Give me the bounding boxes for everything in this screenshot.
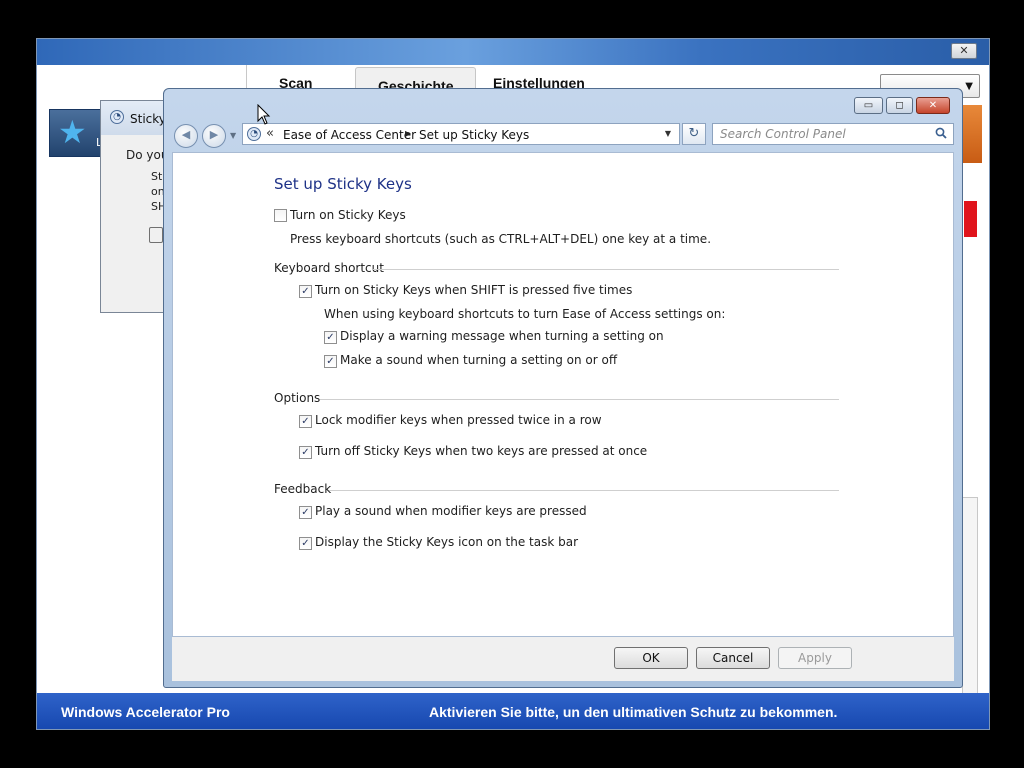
make-sound-label[interactable]: Make a sound when turning a setting on o…: [340, 353, 617, 367]
control-panel-icon: ◔: [247, 127, 261, 141]
close-button[interactable]: ✕: [916, 97, 950, 114]
background-scrollbar[interactable]: [962, 497, 978, 697]
options-heading: Options: [274, 391, 321, 405]
sticky-prompt-title: Sticky: [130, 112, 166, 126]
recent-pages-dropdown-icon[interactable]: ▼: [230, 131, 236, 140]
taskbar-icon-label[interactable]: Display the Sticky Keys icon on the task…: [315, 535, 578, 549]
orange-banner: [962, 105, 982, 163]
address-dropdown-icon[interactable]: ▼: [665, 129, 671, 138]
play-sound-checkbox[interactable]: ✓: [299, 506, 312, 519]
mouse-cursor-icon: [257, 104, 271, 125]
search-input[interactable]: [713, 124, 928, 144]
lock-modifier-keys-checkbox[interactable]: ✓: [299, 415, 312, 428]
maximize-button[interactable]: ◻: [886, 97, 913, 114]
status-product-name: Windows Accelerator Pro: [61, 704, 230, 720]
search-icon[interactable]: [935, 127, 947, 139]
warning-message-checkbox[interactable]: ✓: [324, 331, 337, 344]
section-divider: [320, 399, 839, 400]
make-sound-checkbox[interactable]: ✓: [324, 355, 337, 368]
taskbar-icon-checkbox[interactable]: ✓: [299, 537, 312, 550]
play-sound-label[interactable]: Play a sound when modifier keys are pres…: [315, 504, 587, 518]
settings-content-area: Set up Sticky Keys Turn on Sticky Keys P…: [172, 152, 954, 637]
chevron-down-icon: ▼: [965, 81, 973, 92]
feedback-heading: Feedback: [274, 482, 332, 496]
ease-of-access-icon: ◔: [110, 110, 124, 124]
section-divider: [373, 269, 839, 270]
lock-modifier-keys-label[interactable]: Lock modifier keys when pressed twice in…: [315, 413, 602, 427]
warning-message-label[interactable]: Display a warning message when turning a…: [340, 329, 664, 343]
status-activation-message: Aktivieren Sie bitte, un den ultimativen…: [429, 704, 838, 720]
breadcrumb-separator-icon[interactable]: ▶: [405, 129, 411, 138]
breadcrumb-ease-of-access-center[interactable]: Ease of Access Center: [283, 128, 416, 142]
ok-button[interactable]: OK: [614, 647, 688, 669]
dialog-footer: OK Cancel Apply: [172, 637, 954, 681]
star-logo-icon: ★: [58, 113, 87, 151]
control-panel-window: ▭ ◻ ✕ ◀ ▶ ▼ ◔ « Ease of Access Center ▶ …: [163, 88, 963, 688]
cancel-button[interactable]: Cancel: [696, 647, 770, 669]
shortcut-note: When using keyboard shortcuts to turn Ea…: [324, 307, 726, 321]
minimize-button[interactable]: ▭: [854, 97, 883, 114]
sticky-prompt-button[interactable]: [149, 227, 163, 243]
shift-five-times-checkbox[interactable]: ✓: [299, 285, 312, 298]
back-button[interactable]: ◀: [174, 124, 198, 148]
turn-off-two-keys-checkbox[interactable]: ✓: [299, 446, 312, 459]
forward-arrow-icon: ▶: [209, 128, 219, 141]
background-app-titlebar: ✕: [37, 39, 989, 65]
breadcrumb-overflow[interactable]: «: [266, 126, 274, 141]
breadcrumb-set-up-sticky-keys[interactable]: Set up Sticky Keys: [419, 128, 529, 142]
red-alert-strip: [964, 201, 977, 237]
turn-off-two-keys-label[interactable]: Turn off Sticky Keys when two keys are p…: [315, 444, 647, 458]
sticky-keys-description: Press keyboard shortcuts (such as CTRL+A…: [290, 232, 712, 246]
refresh-button[interactable]: ↻: [682, 123, 706, 145]
back-arrow-icon: ◀: [181, 128, 191, 141]
apply-button: Apply: [778, 647, 852, 669]
background-close-button[interactable]: ✕: [951, 43, 977, 59]
close-icon: ✕: [928, 100, 938, 111]
turn-on-sticky-keys-checkbox[interactable]: [274, 209, 287, 222]
minimize-icon: ▭: [863, 100, 874, 111]
forward-button[interactable]: ▶: [202, 124, 226, 148]
turn-on-sticky-keys-label[interactable]: Turn on Sticky Keys: [290, 208, 406, 222]
section-divider: [329, 490, 839, 491]
shift-five-times-label[interactable]: Turn on Sticky Keys when SHIFT is presse…: [315, 283, 632, 297]
keyboard-shortcut-heading: Keyboard shortcut: [274, 261, 384, 275]
desktop-screen: ✕ ★ L Scan Geschichte Einstellungen ▼ Wi…: [0, 0, 1024, 768]
background-status-bar: Windows Accelerator Pro Aktivieren Sie b…: [37, 693, 989, 729]
search-box: [712, 123, 954, 145]
address-bar[interactable]: ◔ « Ease of Access Center ▶ Set up Stick…: [242, 123, 680, 145]
maximize-icon: ◻: [895, 100, 904, 111]
page-title: Set up Sticky Keys: [274, 175, 412, 193]
caption-buttons: ▭ ◻ ✕: [854, 97, 952, 116]
